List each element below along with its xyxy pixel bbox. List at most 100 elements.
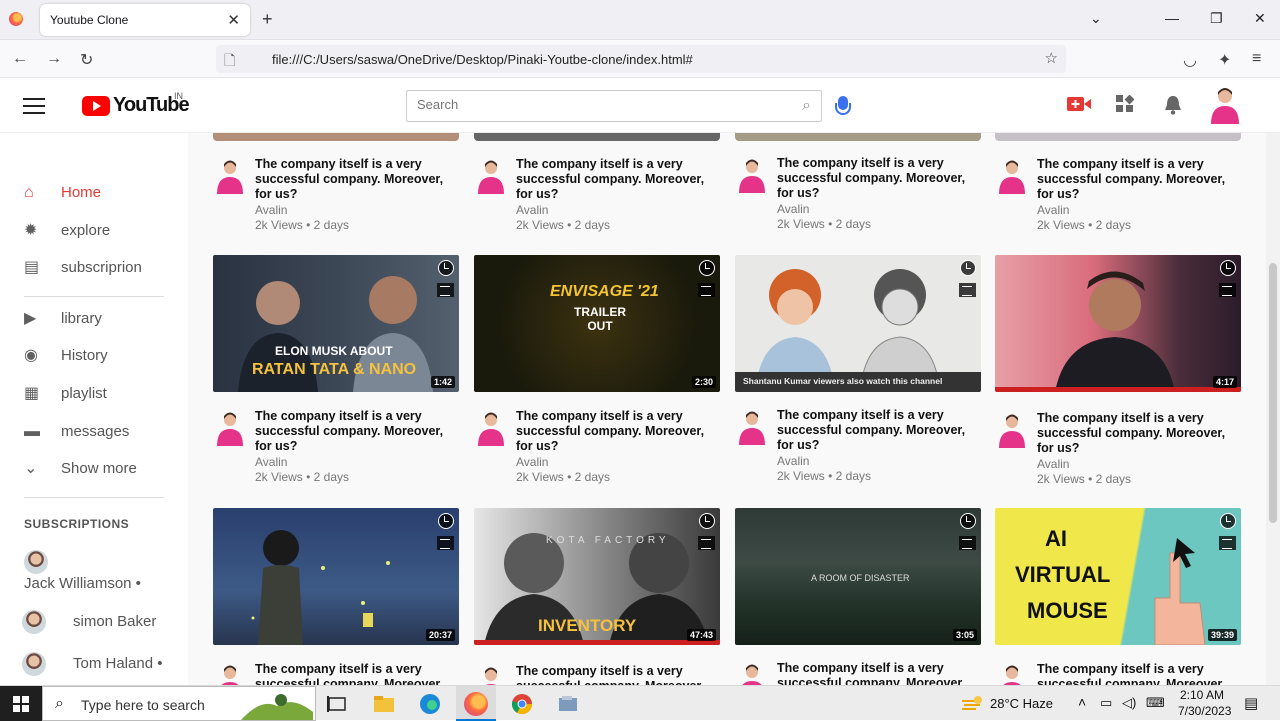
- page-scrollbar[interactable]: [1266, 133, 1280, 685]
- list-all-tabs-icon[interactable]: ⌄: [1090, 10, 1102, 27]
- channel-name[interactable]: Avalin: [516, 455, 548, 469]
- search-icon[interactable]: ⌕: [802, 97, 811, 115]
- video-thumbnail[interactable]: [735, 133, 981, 141]
- notifications-bell-icon[interactable]: [1164, 95, 1182, 115]
- taskbar-search[interactable]: ⌕ Type here to search: [42, 686, 316, 721]
- channel-name[interactable]: Avalin: [255, 203, 287, 217]
- video-title[interactable]: The company itself is a very successful …: [1037, 662, 1237, 685]
- watch-later-icon[interactable]: [1220, 260, 1236, 276]
- avatar[interactable]: [22, 652, 46, 676]
- channel-avatar[interactable]: [737, 409, 767, 445]
- task-view-icon[interactable]: [325, 692, 349, 716]
- channel-name[interactable]: Avalin: [1037, 203, 1069, 217]
- add-to-queue-icon[interactable]: [959, 283, 976, 297]
- subscription-name[interactable]: Jack Williamson •: [24, 575, 141, 592]
- weather-text[interactable]: 28°C Haze: [990, 696, 1053, 711]
- chevron-up-icon[interactable]: ˄: [1078, 694, 1086, 710]
- channel-name[interactable]: Avalin: [777, 202, 809, 216]
- video-title[interactable]: The company itself is a very successful …: [777, 408, 977, 453]
- channel-avatar[interactable]: [997, 158, 1027, 194]
- sidebar-item-show-more[interactable]: ⌄ Show more: [0, 452, 188, 486]
- sidebar-item-subscriptions[interactable]: ▤ subscriprion: [0, 251, 188, 285]
- channel-name[interactable]: Avalin: [777, 454, 809, 468]
- scrollbar-thumb[interactable]: [1269, 263, 1277, 523]
- channel-avatar[interactable]: [997, 663, 1027, 685]
- video-thumbnail[interactable]: 4:17: [995, 255, 1241, 392]
- create-video-icon[interactable]: [1067, 95, 1091, 113]
- video-thumbnail[interactable]: ELON MUSK ABOUT RATAN TATA & NANO 1:42: [213, 255, 459, 392]
- video-title[interactable]: The company itself is a very successful …: [777, 156, 977, 201]
- video-thumbnail[interactable]: KOTA FACTORY INVENTORY 47:43: [474, 508, 720, 645]
- browser-tab[interactable]: Youtube Clone ✕: [40, 4, 250, 36]
- watch-later-icon[interactable]: [960, 260, 976, 276]
- video-title[interactable]: The company itself is a very successful …: [255, 662, 455, 685]
- microphone-icon[interactable]: [835, 96, 851, 115]
- channel-avatar[interactable]: [215, 158, 245, 194]
- pocket-icon[interactable]: ◡: [1183, 50, 1197, 70]
- video-title[interactable]: The company itself is a very successful …: [516, 409, 716, 454]
- sidebar-item-history[interactable]: ◉ History: [0, 339, 188, 373]
- clock-time[interactable]: 2:10 AM: [1180, 688, 1224, 702]
- reload-icon[interactable]: ↻: [80, 50, 93, 70]
- subscription-name[interactable]: Tom Haland •: [73, 655, 162, 672]
- network-icon[interactable]: ▭: [1100, 695, 1112, 711]
- video-thumbnail[interactable]: A ROOM OF DISASTER 3:05: [735, 508, 981, 645]
- video-title[interactable]: The company itself is a very successful …: [516, 664, 716, 685]
- video-title[interactable]: The company itself is a very successful …: [516, 157, 716, 202]
- channel-name[interactable]: Avalin: [1037, 457, 1069, 471]
- watch-later-icon[interactable]: [699, 260, 715, 276]
- sidebar-item-playlist[interactable]: ▦ playlist: [0, 377, 188, 411]
- channel-avatar[interactable]: [997, 412, 1027, 448]
- sidebar-item-explore[interactable]: ✹ explore: [0, 214, 188, 248]
- channel-avatar[interactable]: [476, 410, 506, 446]
- sidebar-item-home[interactable]: ⌂ Home: [0, 176, 188, 210]
- channel-avatar[interactable]: [476, 158, 506, 194]
- avatar[interactable]: [22, 610, 46, 634]
- channel-name[interactable]: Avalin: [516, 203, 548, 217]
- watch-later-icon[interactable]: [438, 513, 454, 529]
- hamburger-menu-icon[interactable]: [23, 98, 45, 119]
- watch-later-icon[interactable]: [1220, 513, 1236, 529]
- video-thumbnail[interactable]: [995, 133, 1241, 141]
- add-to-queue-icon[interactable]: [698, 536, 715, 550]
- watch-later-icon[interactable]: [960, 513, 976, 529]
- menu-icon[interactable]: ≡: [1252, 50, 1261, 68]
- search-box[interactable]: ⌕: [406, 90, 822, 122]
- channel-avatar[interactable]: [215, 663, 245, 685]
- video-title[interactable]: The company itself is a very successful …: [1037, 157, 1237, 202]
- volume-icon[interactable]: ◁): [1122, 695, 1136, 711]
- channel-avatar[interactable]: [737, 157, 767, 193]
- add-to-queue-icon[interactable]: [1219, 536, 1236, 550]
- add-to-queue-icon[interactable]: [1219, 283, 1236, 297]
- minimize-button[interactable]: —: [1165, 10, 1179, 26]
- video-thumbnail[interactable]: 20:37: [213, 508, 459, 645]
- chrome-icon[interactable]: [510, 692, 534, 716]
- channel-name[interactable]: Avalin: [255, 455, 287, 469]
- video-thumbnail[interactable]: [213, 133, 459, 141]
- video-thumbnail[interactable]: ENVISAGE '21 TRAILER OUT 2:30: [474, 255, 720, 392]
- add-to-queue-icon[interactable]: [698, 283, 715, 297]
- start-button[interactable]: [0, 686, 42, 721]
- address-bar[interactable]: 🗋 file:///C:/Users/saswa/OneDrive/Deskto…: [216, 45, 1066, 73]
- restore-button[interactable]: ❐: [1210, 10, 1223, 27]
- video-thumbnail[interactable]: AI VIRTUAL MOUSE 39:39: [995, 508, 1241, 645]
- add-to-queue-icon[interactable]: [437, 536, 454, 550]
- notifications-icon[interactable]: ▤: [1244, 694, 1258, 712]
- close-window-button[interactable]: ✕: [1254, 10, 1266, 27]
- user-avatar[interactable]: [1208, 86, 1242, 124]
- channel-avatar[interactable]: [476, 665, 506, 685]
- tab-close-icon[interactable]: ✕: [227, 11, 240, 29]
- avatar[interactable]: [24, 550, 48, 574]
- sidebar-item-messages[interactable]: ▬ messages: [0, 415, 188, 449]
- sidebar-item-library[interactable]: ▶ library: [0, 302, 188, 336]
- watch-later-icon[interactable]: [438, 260, 454, 276]
- new-tab-button[interactable]: +: [262, 9, 273, 30]
- add-to-queue-icon[interactable]: [437, 283, 454, 297]
- keyboard-icon[interactable]: ⌨: [1146, 695, 1165, 711]
- video-thumbnail[interactable]: Shantanu Kumar viewers also watch this c…: [735, 255, 981, 392]
- youtube-logo-icon[interactable]: [82, 96, 110, 116]
- channel-avatar[interactable]: [737, 662, 767, 685]
- channel-avatar[interactable]: [215, 410, 245, 446]
- add-to-queue-icon[interactable]: [959, 536, 976, 550]
- search-input[interactable]: [417, 97, 777, 112]
